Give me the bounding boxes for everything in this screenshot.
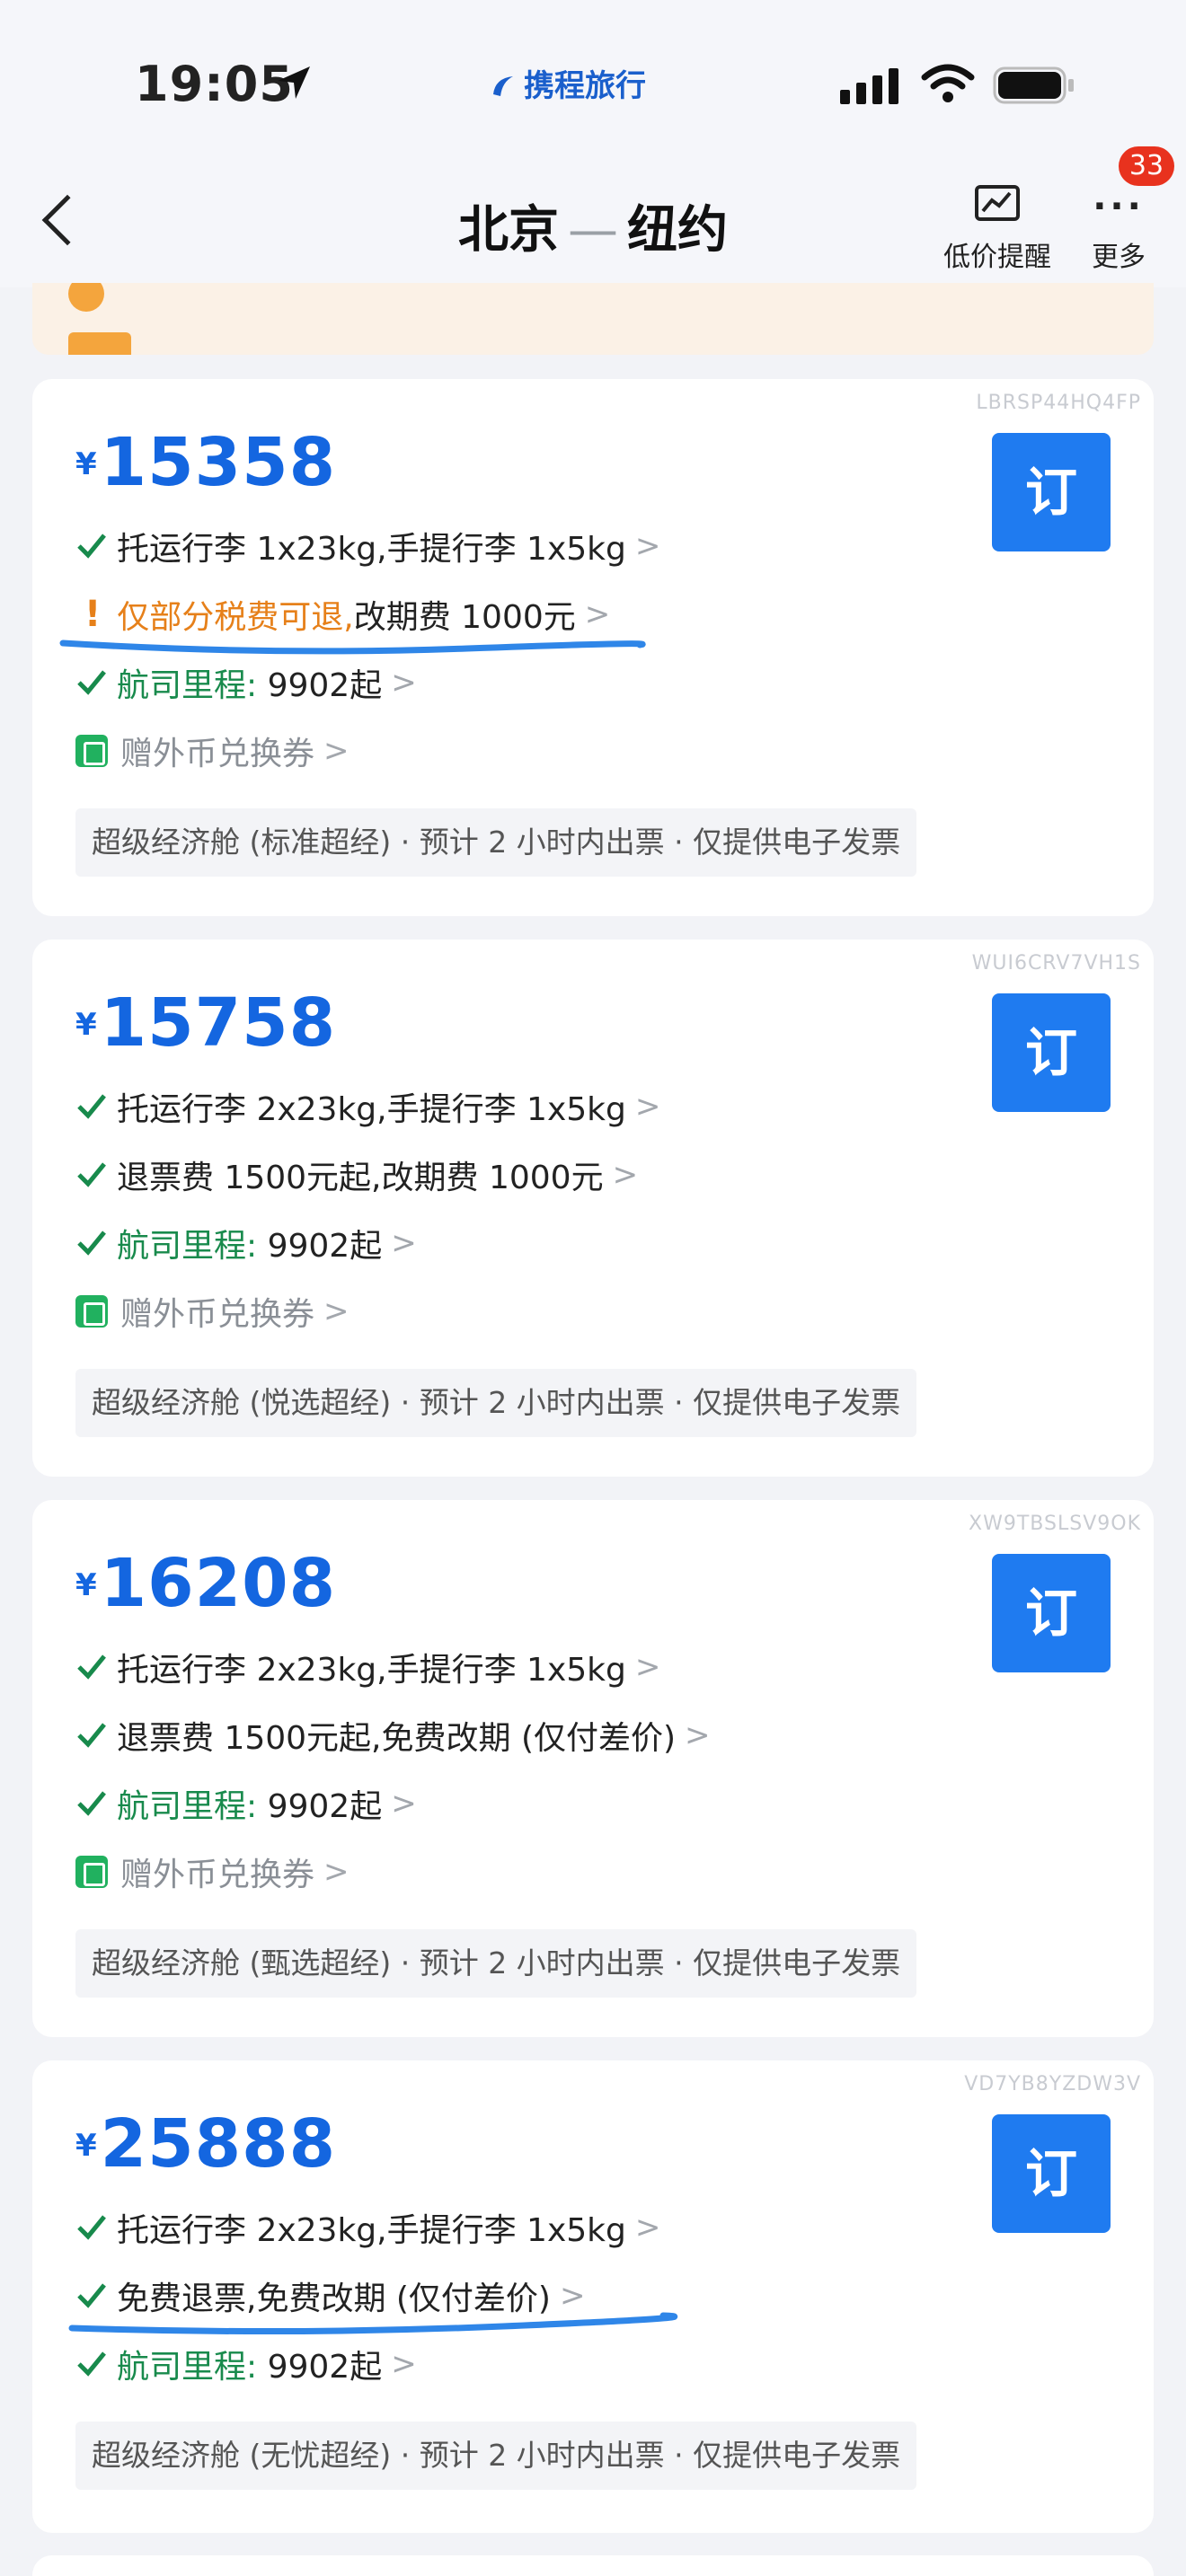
underline-annotation (59, 640, 677, 2335)
